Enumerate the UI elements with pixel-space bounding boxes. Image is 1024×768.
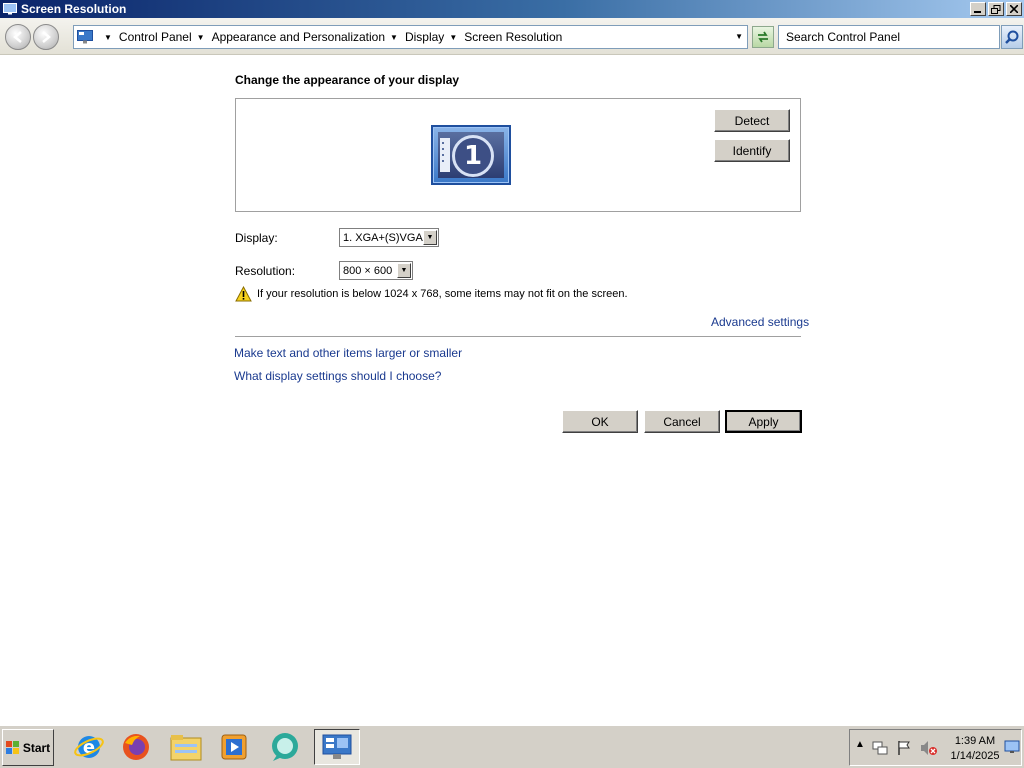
media-player-icon	[221, 734, 247, 760]
resolution-label: Resolution:	[235, 264, 296, 278]
action-center-flag-icon[interactable]	[896, 740, 912, 756]
breadcrumb-separator[interactable]: ▼	[99, 33, 119, 42]
monitor-screen: 1	[438, 132, 504, 178]
back-button[interactable]	[5, 24, 31, 50]
display-settings-icon	[3, 3, 17, 15]
refresh-icon	[758, 31, 768, 43]
display-help-link[interactable]: What display settings should I choose?	[234, 369, 441, 383]
start-label: Start	[22, 740, 51, 755]
search-button[interactable]	[1001, 25, 1023, 49]
control-panel-icon	[77, 30, 93, 44]
resolution-warning: If your resolution is below 1024 x 768, …	[235, 286, 628, 302]
display-settings-icon	[322, 734, 352, 759]
close-button[interactable]	[1006, 2, 1022, 16]
address-bar[interactable]: ▼ Control Panel ▼ Appearance and Personal…	[73, 25, 748, 49]
breadcrumb-appearance[interactable]: Appearance and Personalization ▼	[212, 30, 405, 44]
refresh-button[interactable]	[752, 26, 774, 48]
forward-arrow-icon	[42, 31, 51, 43]
volume-muted-icon[interactable]	[920, 740, 938, 756]
window-controls	[970, 2, 1022, 16]
monitor-1-preview[interactable]: 1	[431, 125, 511, 185]
taskbar: Start e ▲ 1:39 AM 1/14/2025	[0, 724, 1024, 768]
search-input[interactable]: Search Control Panel	[778, 25, 1000, 49]
chat-bubble-icon	[272, 733, 298, 761]
minimize-icon	[974, 11, 981, 13]
taskbar-file-explorer[interactable]	[167, 729, 205, 765]
warning-text: If your resolution is below 1024 x 768, …	[257, 288, 628, 300]
clock-date: 1/14/2025	[950, 750, 1000, 762]
title-bar: Screen Resolution	[0, 0, 1024, 18]
cancel-button[interactable]: Cancel	[644, 410, 720, 433]
display-select-value: 1. XGA+(S)VGA	[343, 231, 423, 244]
firefox-icon	[123, 734, 149, 760]
display-preview-panel: 1 Detect Identify	[235, 98, 801, 212]
breadcrumb-display[interactable]: Display ▼	[405, 30, 464, 44]
taskbar-screen-resolution[interactable]	[314, 729, 360, 765]
display-label: Display:	[235, 231, 278, 245]
show-hidden-icons-button[interactable]: ▲	[855, 739, 865, 750]
file-explorer-icon	[170, 735, 202, 761]
close-icon	[1010, 5, 1018, 13]
taskbar-firefox[interactable]	[117, 729, 155, 765]
forward-button[interactable]	[33, 24, 59, 50]
apply-button[interactable]: Apply	[725, 410, 802, 433]
navigation-bar: ▼ Control Panel ▼ Appearance and Personal…	[0, 18, 1024, 55]
resolution-select-value: 800 × 600	[343, 264, 393, 277]
start-button[interactable]: Start	[2, 729, 54, 766]
chevron-down-icon[interactable]: ▼	[423, 230, 437, 245]
taskbar-internet-explorer[interactable]: e	[70, 729, 108, 765]
breadcrumb-screen-resolution[interactable]: Screen Resolution	[464, 30, 562, 44]
identify-button[interactable]: Identify	[714, 139, 790, 162]
network-icon[interactable]	[872, 740, 888, 756]
minimize-button[interactable]	[970, 2, 986, 16]
breadcrumb-control-panel[interactable]: Control Panel ▼	[119, 30, 212, 44]
chevron-down-icon[interactable]: ▼	[397, 263, 411, 278]
display-select[interactable]: 1. XGA+(S)VGA ▼	[339, 228, 439, 247]
text-size-link[interactable]: Make text and other items larger or smal…	[234, 346, 462, 360]
back-arrow-icon	[13, 31, 22, 43]
windows-logo-icon	[5, 741, 19, 754]
divider	[235, 336, 801, 337]
clock[interactable]: 1:39 AM 1/14/2025	[945, 734, 1005, 764]
system-tray: ▲ 1:39 AM 1/14/2025	[849, 729, 1022, 766]
history-dropdown-icon[interactable]: ▼	[735, 32, 743, 41]
resolution-select[interactable]: 800 × 600 ▼	[339, 261, 413, 280]
ok-button[interactable]: OK	[562, 410, 638, 433]
show-desktop-icon[interactable]	[1004, 740, 1020, 754]
advanced-settings-link[interactable]: Advanced settings	[711, 315, 809, 329]
monitor-number-badge: 1	[452, 135, 494, 177]
search-icon	[1005, 30, 1019, 44]
detect-button[interactable]: Detect	[714, 109, 790, 132]
clock-time: 1:39 AM	[954, 735, 996, 747]
taskbar-media-player[interactable]	[215, 729, 253, 765]
window-title: Screen Resolution	[21, 2, 127, 16]
warning-icon	[235, 286, 252, 302]
page-heading: Change the appearance of your display	[235, 73, 460, 87]
restore-icon	[991, 4, 1001, 14]
taskbar-chat-app[interactable]	[266, 729, 304, 765]
restore-button[interactable]	[988, 2, 1004, 16]
internet-explorer-icon: e	[74, 736, 104, 758]
